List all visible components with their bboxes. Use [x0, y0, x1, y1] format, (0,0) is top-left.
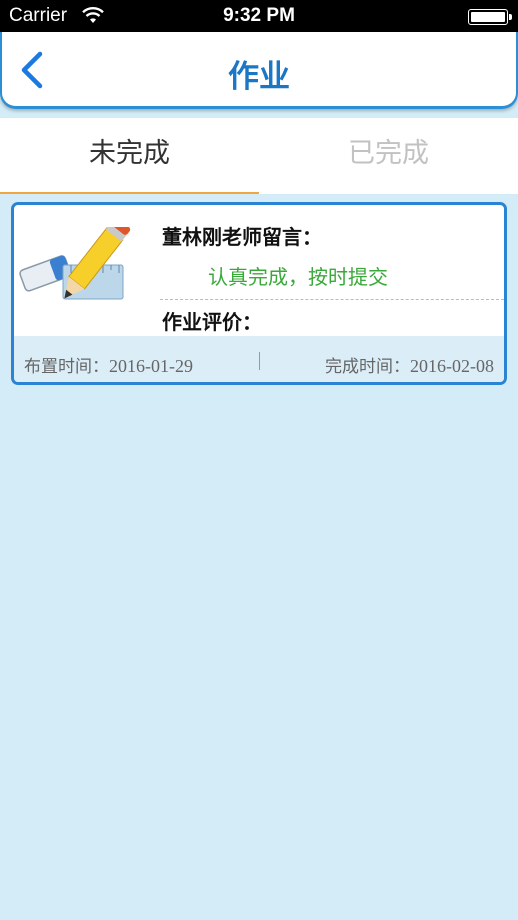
card-footer: 布置时间：2016-01-29 完成时间：2016-02-08 — [14, 336, 504, 382]
active-tab-indicator — [0, 192, 259, 194]
page-title: 作业 — [228, 59, 290, 95]
complete-time: 完成时间：2016-02-08 — [325, 352, 494, 377]
battery-icon — [468, 9, 512, 25]
tab-completed[interactable]: 已完成 — [259, 118, 518, 194]
navigation-bar: 作业 — [0, 32, 518, 109]
assign-date: 2016-01-29 — [109, 356, 193, 376]
tab-label: 未完成 — [89, 138, 170, 169]
teacher-message: 认真完成，按时提交 — [208, 265, 388, 289]
tab-label: 已完成 — [348, 138, 429, 169]
dashed-divider — [160, 299, 504, 300]
complete-date: 2016-02-08 — [410, 356, 494, 376]
teacher-note-label: 董林刚老师留言： — [162, 225, 322, 249]
assign-time: 布置时间：2016-01-29 — [24, 352, 193, 377]
evaluation-label: 作业评价： — [162, 310, 262, 334]
pencil-eraser-ruler-icon — [19, 217, 131, 311]
status-bar: Carrier 9:32 PM — [0, 0, 518, 32]
assign-time-label: 布置时间： — [24, 357, 109, 377]
tab-incomplete[interactable]: 未完成 — [0, 118, 259, 194]
footer-divider — [259, 352, 260, 370]
complete-time-label: 完成时间： — [325, 357, 410, 377]
clock: 9:32 PM — [223, 5, 295, 26]
homework-card[interactable]: 董林刚老师留言： 认真完成，按时提交 作业评价： 布置时间：2016-01-29… — [11, 202, 507, 385]
tab-bar: 未完成 已完成 — [0, 118, 518, 194]
